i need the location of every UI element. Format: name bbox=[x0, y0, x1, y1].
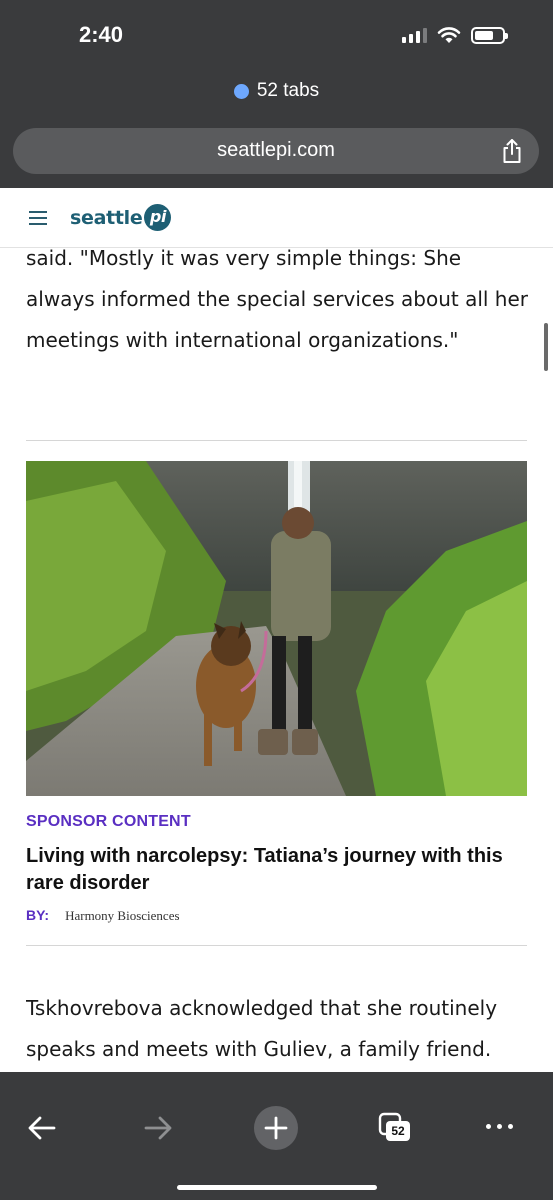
tab-group-indicator[interactable]: 52 tabs bbox=[0, 80, 553, 102]
browser-chrome: 2:40 52 tabs seattlepi.com bbox=[0, 0, 553, 188]
scrollbar-thumb[interactable] bbox=[544, 323, 548, 371]
address-bar[interactable]: seattlepi.com bbox=[13, 128, 539, 174]
browser-toolbar bbox=[0, 1072, 553, 1200]
new-tab-button[interactable] bbox=[254, 1106, 298, 1150]
cellular-signal-icon bbox=[402, 27, 427, 43]
status-icons bbox=[402, 26, 508, 44]
logo-text: seattle bbox=[70, 206, 143, 229]
back-arrow-icon[interactable] bbox=[26, 1112, 58, 1144]
home-indicator bbox=[177, 1185, 377, 1190]
more-options-icon[interactable] bbox=[486, 1124, 513, 1129]
tabs-count-label: 52 tabs bbox=[256, 80, 320, 101]
tab-group-dot-icon bbox=[233, 83, 249, 99]
byline-author[interactable]: Harmony Biosciences bbox=[65, 908, 179, 924]
hamburger-menu-icon[interactable] bbox=[29, 211, 47, 225]
byline-label: BY: bbox=[26, 907, 50, 923]
sponsor-headline-link[interactable]: Living with narcolepsy: Tatiana’s journe… bbox=[26, 843, 536, 897]
battery-icon bbox=[471, 26, 508, 44]
status-time: 2:40 bbox=[79, 22, 124, 47]
share-icon[interactable] bbox=[501, 138, 523, 164]
forward-arrow-icon[interactable] bbox=[142, 1112, 174, 1144]
divider bbox=[26, 945, 527, 946]
article-paragraph: said. "Mostly it was very simple things:… bbox=[26, 246, 528, 352]
divider bbox=[26, 440, 527, 441]
logo-badge: pi bbox=[144, 204, 172, 231]
wifi-icon bbox=[437, 27, 461, 43]
tab-count-badge[interactable]: 52 bbox=[386, 1121, 410, 1141]
sponsor-photo[interactable] bbox=[26, 461, 527, 796]
sponsor-content-label: SPONSOR CONTENT bbox=[26, 813, 191, 830]
byline: BY: Harmony Biosciences bbox=[26, 907, 180, 924]
url-text: seattlepi.com bbox=[217, 139, 335, 161]
plus-icon bbox=[264, 1116, 288, 1140]
article-paragraph: Tskhovrebova acknowledged that she routi… bbox=[26, 996, 498, 1061]
site-logo[interactable]: seattle pi bbox=[70, 204, 172, 231]
sponsor-photo-image bbox=[26, 461, 527, 796]
